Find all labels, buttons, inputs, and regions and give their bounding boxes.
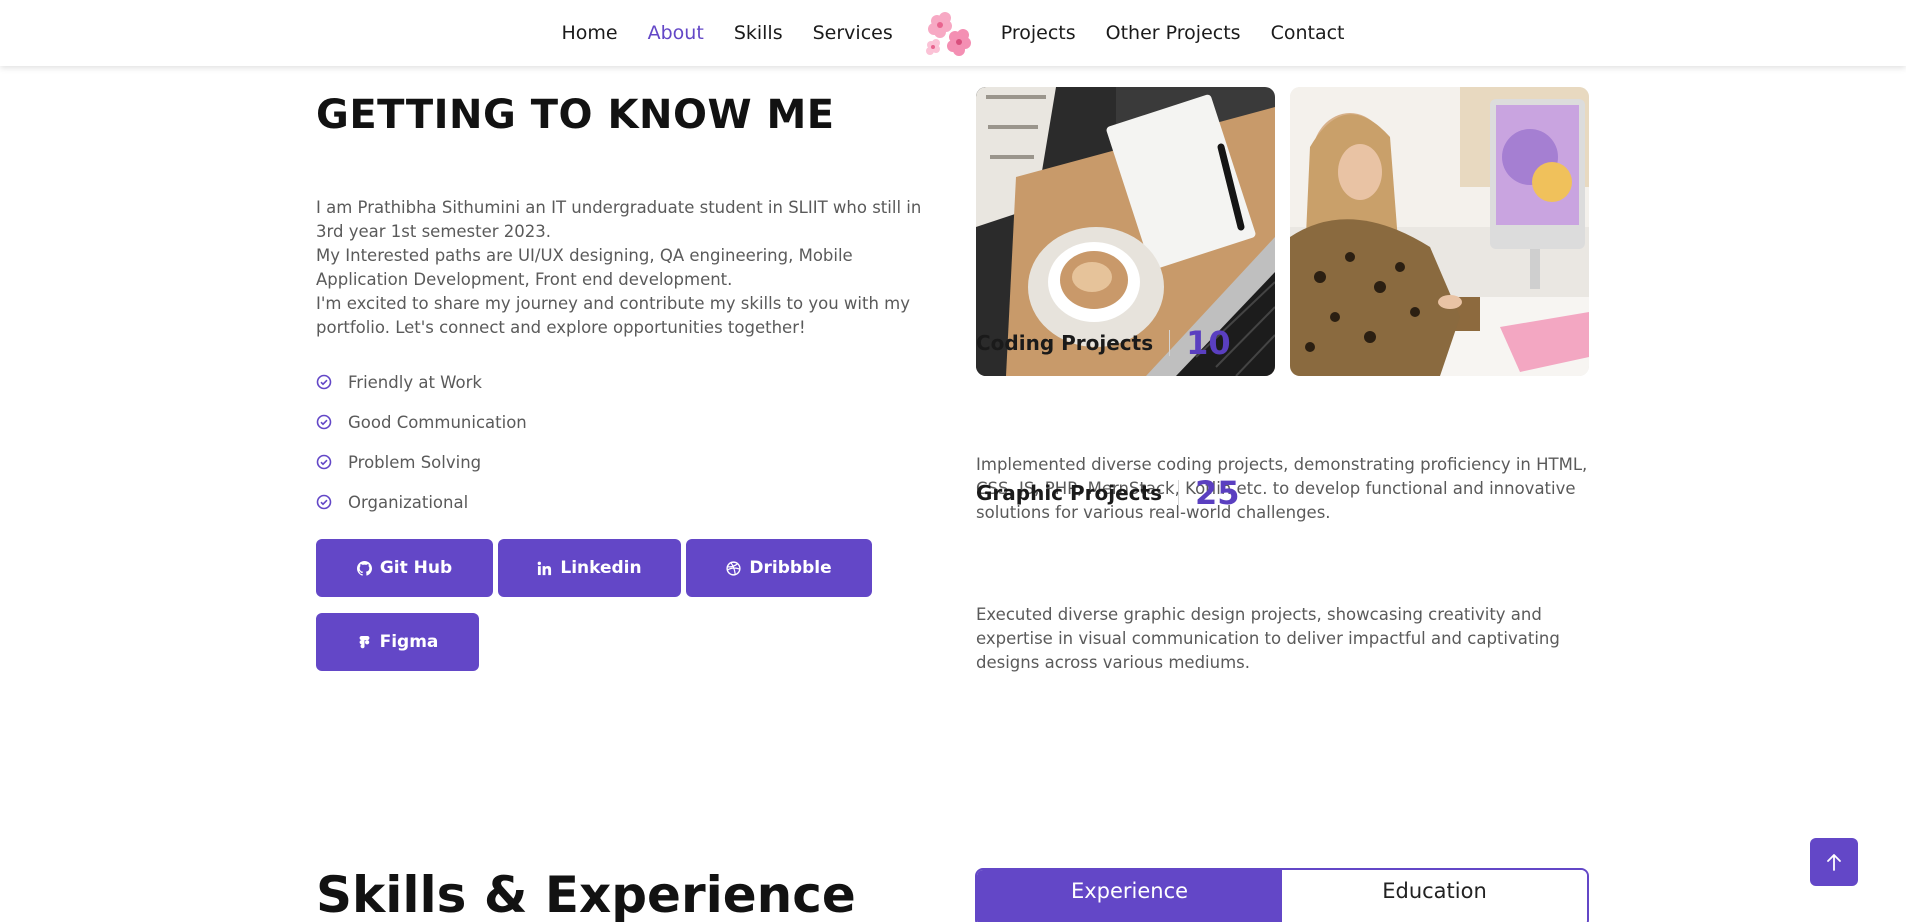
nav-links: Home About Skills Services Projects Othe… xyxy=(562,5,1345,61)
sakura-flower-icon[interactable] xyxy=(919,5,975,61)
graphic-projects-description: Executed diverse graphic design projects… xyxy=(976,605,1560,672)
arrow-up-icon xyxy=(1827,854,1841,871)
nav-contact[interactable]: Contact xyxy=(1271,22,1345,44)
figma-icon xyxy=(359,635,370,648)
navbar: Home About Skills Services Projects Othe… xyxy=(0,0,1906,66)
github-icon xyxy=(356,560,372,576)
check-circle-icon xyxy=(316,414,332,430)
trait-item: Organizational xyxy=(316,482,527,522)
figma-button-label: Figma xyxy=(379,632,439,652)
nav-projects[interactable]: Projects xyxy=(1001,22,1076,44)
nav-home[interactable]: Home xyxy=(562,22,618,44)
tab-experience[interactable]: Experience xyxy=(977,870,1282,922)
trait-item: Problem Solving xyxy=(316,442,527,482)
check-circle-icon xyxy=(316,374,332,390)
dribbble-button-label: Dribbble xyxy=(749,558,832,578)
check-circle-icon xyxy=(316,454,332,470)
trait-label: Friendly at Work xyxy=(348,372,482,392)
stat-value: 25 xyxy=(1195,474,1240,512)
github-button-label: Git Hub xyxy=(379,558,453,578)
nav-services[interactable]: Services xyxy=(813,22,893,44)
trait-label: Organizational xyxy=(348,492,469,512)
dribbble-icon xyxy=(726,560,741,576)
bio-text: I am Prathibha Sithumini an IT undergrad… xyxy=(316,196,936,340)
woman-designing-photo xyxy=(1290,87,1589,376)
linkedin-button-label: Linkedin xyxy=(560,558,642,578)
nav-skills[interactable]: Skills xyxy=(734,22,783,44)
nav-about[interactable]: About xyxy=(648,22,704,44)
tab-education[interactable]: Education xyxy=(1282,870,1587,922)
github-button[interactable]: Git Hub xyxy=(316,539,493,597)
bio-line: My Interested paths are UI/UX designing,… xyxy=(316,246,853,289)
skills-heading: Skills & Experience xyxy=(316,866,856,922)
stat-divider xyxy=(1169,330,1171,356)
stat-label: Coding Projects xyxy=(976,331,1154,355)
about-heading: GETTING TO KNOW ME xyxy=(316,92,835,138)
linkedin-button[interactable]: Linkedin xyxy=(498,539,681,597)
experience-education-tabs: Experience Education xyxy=(975,868,1589,922)
nav-other-projects[interactable]: Other Projects xyxy=(1106,22,1241,44)
traits-list: Friendly at Work Good Communication Prob… xyxy=(316,362,527,522)
linkedin-icon xyxy=(538,561,552,575)
trait-item: Good Communication xyxy=(316,402,527,442)
trait-label: Good Communication xyxy=(348,412,527,432)
coding-projects-stat: Coding Projects 10 xyxy=(976,324,1231,362)
bio-line: I am Prathibha Sithumini an IT undergrad… xyxy=(316,198,922,241)
stat-value: 10 xyxy=(1186,324,1231,362)
graphic-projects-stat: Graphic Projects 25 xyxy=(976,474,1240,512)
trait-label: Problem Solving xyxy=(348,452,482,472)
trait-item: Friendly at Work xyxy=(316,362,527,402)
stat-divider xyxy=(1178,480,1180,506)
back-to-top-button[interactable] xyxy=(1810,838,1858,886)
bio-line: I'm excited to share my journey and cont… xyxy=(316,294,911,337)
dribbble-button[interactable]: Dribbble xyxy=(686,539,872,597)
stat-label: Graphic Projects xyxy=(976,481,1163,505)
check-circle-icon xyxy=(316,494,332,510)
figma-button[interactable]: Figma xyxy=(316,613,479,671)
